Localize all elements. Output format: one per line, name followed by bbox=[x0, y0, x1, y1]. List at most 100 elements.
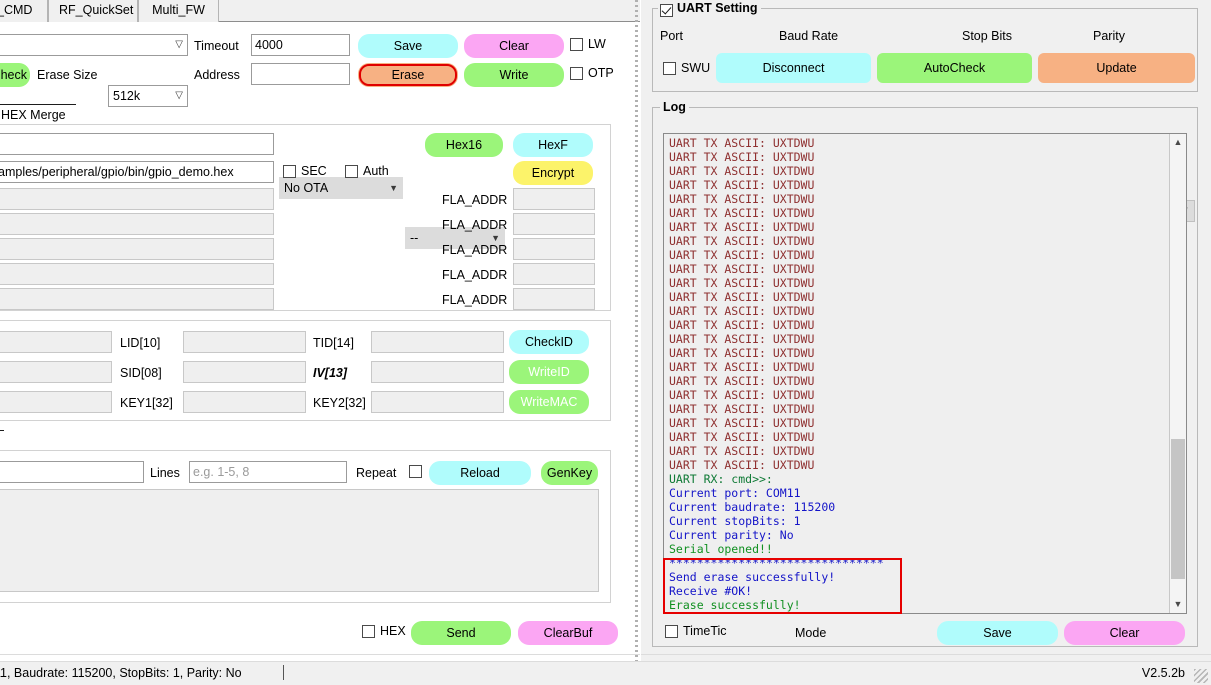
log-line: UART TX ASCII: UXTDWU bbox=[669, 360, 815, 374]
top-tab-strip: _CMD RF_QuickSet Multi_FW bbox=[0, 0, 640, 22]
hex-checkbox-box bbox=[362, 625, 375, 638]
baud-rate-label: Baud Rate bbox=[779, 29, 839, 43]
scroll-up-icon[interactable]: ▲ bbox=[1170, 134, 1186, 151]
log-output[interactable]: UART TX ASCII: UXTDWU UART TX ASCII: UXTD… bbox=[663, 133, 1187, 614]
log-clear-button[interactable]: Clear bbox=[1064, 621, 1185, 645]
sec-checkbox[interactable]: SEC bbox=[283, 163, 335, 179]
id-field-mid[interactable] bbox=[183, 361, 306, 383]
timeout-input[interactable]: 4000 bbox=[251, 34, 350, 56]
tab-rf-quickset[interactable]: RF_QuickSet bbox=[48, 0, 138, 22]
autocheck-button[interactable]: AutoCheck bbox=[877, 53, 1032, 83]
lines-input[interactable]: e.g. 1-5, 8 bbox=[189, 461, 347, 483]
log-line: Send erase successfully! bbox=[669, 570, 836, 584]
send-button[interactable]: Send bbox=[411, 621, 511, 645]
hex-merge-tab-slant bbox=[75, 104, 88, 125]
address-input[interactable] bbox=[251, 63, 350, 85]
log-line: Current baudrate: 115200 bbox=[669, 500, 836, 514]
key-output-area[interactable] bbox=[0, 489, 599, 592]
log-line: Receive #OK! bbox=[669, 584, 753, 598]
right-pane-separator bbox=[641, 654, 1211, 655]
chevron-down-icon: ▽ bbox=[175, 39, 183, 50]
log-line: UART TX ASCII: UXTDWU bbox=[669, 136, 815, 150]
resize-grip-icon[interactable] bbox=[1194, 669, 1208, 683]
left-pane-separator bbox=[0, 654, 640, 655]
timetic-checkbox[interactable]: TimeTic bbox=[665, 623, 735, 639]
id-action-button[interactable]: WriteID bbox=[509, 360, 589, 384]
sec-checkbox-box bbox=[283, 165, 296, 178]
fla-path-input[interactable] bbox=[0, 263, 274, 285]
fla-addr-input[interactable] bbox=[513, 188, 595, 210]
update-button[interactable]: Update bbox=[1038, 53, 1195, 83]
swu-checkbox[interactable]: SWU bbox=[663, 60, 723, 76]
id-field-right[interactable] bbox=[371, 391, 504, 413]
id-field-mid[interactable] bbox=[183, 391, 306, 413]
genkey-button[interactable]: GenKey bbox=[541, 461, 598, 485]
save-button[interactable]: Save bbox=[358, 34, 458, 58]
id-field-right[interactable] bbox=[371, 361, 504, 383]
application-window: _CMD RF_QuickSet Multi_FW ▽ Timeout 4000… bbox=[0, 0, 1211, 685]
stop-bits-label: Stop Bits bbox=[962, 29, 1013, 43]
write-button[interactable]: Write bbox=[464, 63, 564, 87]
disconnect-button[interactable]: Disconnect bbox=[716, 53, 871, 83]
erase-size-combo[interactable]: 512k ▽ bbox=[108, 85, 188, 107]
auth-combo-value: -- bbox=[410, 231, 419, 245]
fla-addr-input[interactable] bbox=[513, 238, 595, 260]
repeat-checkbox-box bbox=[409, 465, 422, 478]
tab-multi-fw[interactable]: Multi_FW bbox=[138, 0, 219, 22]
fla-addr-label: FLA_ADDR bbox=[442, 218, 508, 232]
hex-file-input-1[interactable] bbox=[0, 133, 274, 155]
id-field-right[interactable] bbox=[371, 331, 504, 353]
fla-path-input[interactable] bbox=[0, 188, 274, 210]
log-scrollbar[interactable]: ▲ ▼ bbox=[1169, 134, 1186, 613]
fla-addr-input[interactable] bbox=[513, 213, 595, 235]
log-line: UART TX ASCII: UXTDWU bbox=[669, 262, 815, 276]
clearbuf-button[interactable]: ClearBuf bbox=[518, 621, 618, 645]
id-field-left[interactable] bbox=[0, 361, 112, 383]
id-action-button[interactable]: CheckID bbox=[509, 330, 589, 354]
id-field-left[interactable] bbox=[0, 391, 112, 413]
scrollbar-thumb[interactable] bbox=[1171, 439, 1185, 579]
log-save-button[interactable]: Save bbox=[937, 621, 1058, 645]
log-line: UART TX ASCII: UXTDWU bbox=[669, 402, 815, 416]
log-line: Current port: COM11 bbox=[669, 486, 801, 500]
vertical-splitter[interactable] bbox=[632, 0, 641, 661]
hexf-button[interactable]: HexF bbox=[513, 133, 593, 157]
scroll-down-icon[interactable]: ▼ bbox=[1170, 596, 1186, 613]
otp-checkbox[interactable]: OTP bbox=[570, 65, 636, 81]
uart-setting-title: UART Setting bbox=[658, 1, 761, 15]
encrypt-button[interactable]: Encrypt bbox=[513, 161, 593, 185]
hex-merge-tab[interactable]: HEX Merge bbox=[0, 104, 76, 125]
log-line: UART TX ASCII: UXTDWU bbox=[669, 178, 815, 192]
log-group-title: Log bbox=[660, 100, 689, 114]
id-label-right: TID[14] bbox=[313, 336, 354, 350]
fla-addr-input[interactable] bbox=[513, 288, 595, 310]
check-button[interactable]: heck bbox=[0, 63, 30, 87]
lw-checkbox[interactable]: LW bbox=[570, 36, 630, 52]
hex-file-input-2[interactable]: amples/peripheral/gpio/bin/gpio_demo.hex bbox=[0, 161, 274, 183]
status-bar-caret bbox=[283, 665, 284, 680]
clear-button[interactable]: Clear bbox=[464, 34, 564, 58]
id-field-left[interactable] bbox=[0, 331, 112, 353]
erase-button[interactable]: Erase bbox=[358, 63, 458, 87]
chevron-down-icon: ▽ bbox=[175, 90, 183, 101]
id-field-mid[interactable] bbox=[183, 331, 306, 353]
log-line: UART TX ASCII: UXTDWU bbox=[669, 304, 815, 318]
fla-addr-input[interactable] bbox=[513, 263, 595, 285]
hex16-button[interactable]: Hex16 bbox=[425, 133, 503, 157]
version-label: V2.5.2b bbox=[1141, 666, 1185, 680]
reload-button[interactable]: Reload bbox=[429, 461, 531, 485]
timetic-checkbox-box bbox=[665, 625, 678, 638]
key-file-input[interactable] bbox=[0, 461, 144, 483]
fla-path-input[interactable] bbox=[0, 288, 274, 310]
ota-combo[interactable]: No OTA ▼ bbox=[279, 177, 403, 199]
fla-path-input[interactable] bbox=[0, 238, 274, 260]
cmd-port-combo[interactable]: ▽ bbox=[0, 34, 188, 56]
status-bar-text: 11, Baudrate: 115200, StopBits: 1, Parit… bbox=[0, 666, 242, 680]
auth-checkbox[interactable]: Auth bbox=[345, 163, 401, 179]
fla-path-input[interactable] bbox=[0, 213, 274, 235]
fla-addr-label: FLA_ADDR bbox=[442, 293, 508, 307]
tab-cmd[interactable]: _CMD bbox=[0, 0, 48, 22]
id-action-button[interactable]: WriteMAC bbox=[509, 390, 589, 414]
log-line: UART TX ASCII: UXTDWU bbox=[669, 164, 815, 178]
hex-checkbox[interactable]: HEX bbox=[362, 623, 418, 639]
